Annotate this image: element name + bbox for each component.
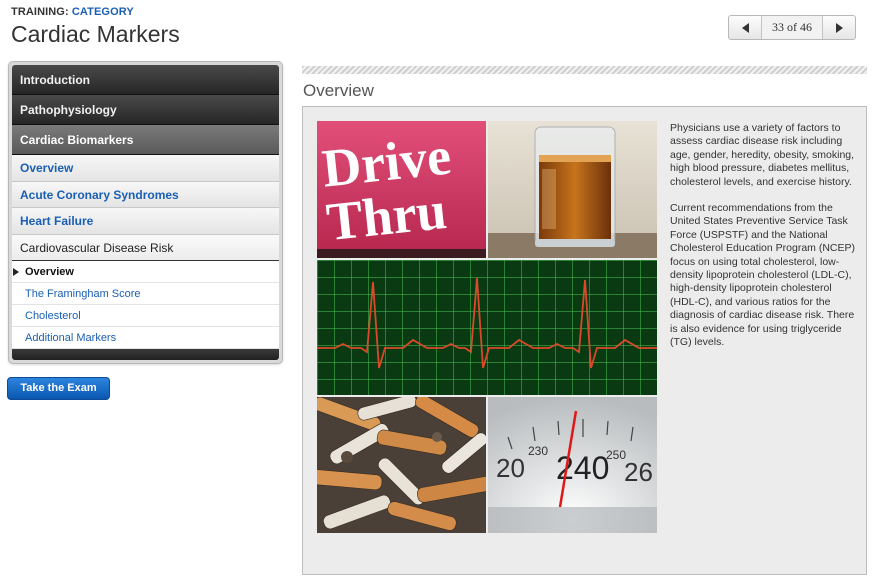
sidebar-item-heart-failure[interactable]: Heart Failure — [12, 208, 279, 235]
page-count: 33 of 46 — [762, 16, 822, 39]
sidebar-leaf-framingham-score[interactable]: The Framingham Score — [12, 283, 279, 305]
sidebar-nav: Introduction Pathophysiology Cardiac Bio… — [8, 61, 283, 364]
breadcrumb-category-link[interactable]: CATEGORY — [72, 6, 134, 18]
cigarette-butts-image — [317, 397, 486, 533]
overview-body-text: Physicians use a variety of factors to a… — [670, 122, 862, 363]
sidebar-leaf-additional-markers[interactable]: Additional Markers — [12, 327, 279, 349]
breadcrumb: TRAINING: CATEGORY — [11, 6, 134, 18]
triangle-left-icon — [741, 22, 749, 33]
current-page-marker-icon — [13, 268, 19, 276]
triangle-right-icon — [835, 22, 843, 33]
weight-scale-image: 20 230 240 250 26 — [488, 397, 657, 533]
drive-thru-sign-image: Drive Thru — [317, 121, 486, 258]
overview-paragraph-1: Physicians use a variety of factors to a… — [670, 122, 855, 188]
scale-number-20: 20 — [496, 453, 525, 483]
page-title: Cardiac Markers — [11, 21, 180, 47]
section-divider-stripe — [302, 66, 867, 74]
sidebar-leaf-label: Overview — [25, 266, 74, 278]
sidebar-nav-inner: Introduction Pathophysiology Cardiac Bio… — [12, 65, 279, 360]
drive-sign-line-2: Thru — [324, 180, 450, 252]
overview-paragraph-2: Current recommendations from the United … — [670, 202, 855, 349]
next-page-button[interactable] — [822, 16, 855, 39]
scale-number-26: 26 — [624, 457, 653, 487]
take-exam-button[interactable]: Take the Exam — [7, 377, 110, 400]
scale-number-230: 230 — [528, 444, 548, 458]
sidebar-item-overview[interactable]: Overview — [12, 155, 279, 182]
sidebar-footer-bar — [12, 349, 279, 360]
sidebar-section-introduction[interactable]: Introduction — [12, 65, 279, 95]
sidebar-leaf-overview[interactable]: Overview — [12, 261, 279, 283]
sidebar-leaf-cholesterol[interactable]: Cholesterol — [12, 305, 279, 327]
sidebar-section-cardiac-biomarkers[interactable]: Cardiac Biomarkers — [12, 125, 279, 155]
previous-page-button[interactable] — [729, 16, 762, 39]
sidebar-item-acute-coronary-syndromes[interactable]: Acute Coronary Syndromes — [12, 181, 279, 208]
sidebar-section-pathophysiology[interactable]: Pathophysiology — [12, 95, 279, 125]
page-pager: 33 of 46 — [728, 15, 856, 40]
breadcrumb-prefix: TRAINING: — [11, 6, 69, 18]
ekg-heartbeat-image — [317, 260, 657, 395]
whiskey-glass-image — [488, 121, 657, 258]
sidebar-item-cardiovascular-disease-risk[interactable]: Cardiovascular Disease Risk — [12, 234, 279, 261]
section-title: Overview — [303, 81, 374, 100]
